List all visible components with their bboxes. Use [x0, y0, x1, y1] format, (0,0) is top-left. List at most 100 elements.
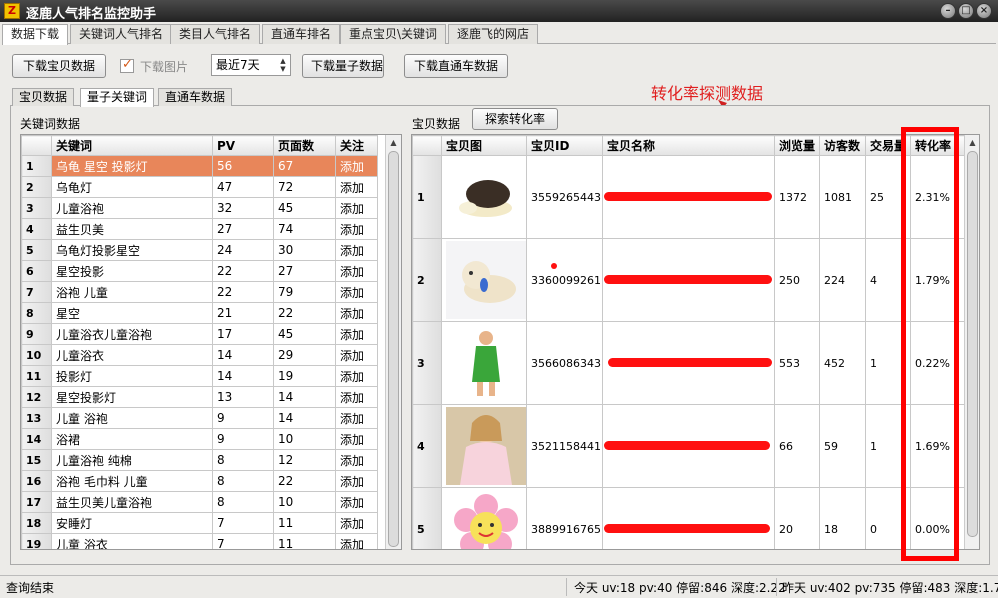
- keyword-panel-title: 关键词数据: [20, 117, 81, 131]
- item-name-redacted: [602, 487, 775, 549]
- keyword-cell: 投影灯: [51, 365, 213, 387]
- column-header-visitors[interactable]: 访客数: [819, 135, 866, 156]
- scroll-thumb[interactable]: [388, 151, 399, 547]
- pages-cell: 11: [273, 533, 336, 549]
- follow-add-link[interactable]: 添加: [335, 218, 378, 240]
- pages-cell: 30: [273, 239, 336, 261]
- keyword-cell: 浴袍 毛巾料 儿童: [51, 470, 213, 492]
- scroll-up-icon[interactable]: ▲: [386, 135, 401, 150]
- keyword-cell: 乌龟 星空 投影灯: [51, 155, 213, 177]
- pv-cell: 47: [212, 176, 274, 198]
- follow-add-link[interactable]: 添加: [335, 302, 378, 324]
- table-row[interactable]: 18 安睡灯 7 11 添加: [21, 512, 378, 534]
- table-row[interactable]: 16 浴袍 毛巾料 儿童 8 22 添加: [21, 470, 378, 492]
- table-row[interactable]: 15 儿童浴袍 纯棉 8 12 添加: [21, 449, 378, 471]
- visitors: 1081: [819, 155, 866, 239]
- scroll-thumb[interactable]: [967, 151, 978, 537]
- table-row[interactable]: 5 3889916765 20 18 0 0.00%: [412, 487, 965, 549]
- keyword-cell: 儿童浴袍: [51, 197, 213, 219]
- flower-pillow-image: [446, 490, 526, 549]
- column-header-pages[interactable]: 页面数: [273, 135, 336, 156]
- keyword-cell: 乌龟灯: [51, 176, 213, 198]
- redaction-mark: [604, 192, 772, 201]
- table-row[interactable]: 17 益生贝美儿童浴袍 8 10 添加: [21, 491, 378, 513]
- pages-cell: 27: [273, 260, 336, 282]
- table-row[interactable]: 1 乌龟 星空 投影灯 56 67 添加: [21, 155, 378, 177]
- follow-add-link[interactable]: 添加: [335, 407, 378, 429]
- table-row[interactable]: 19 儿童 浴衣 7 11 添加: [21, 533, 378, 549]
- follow-add-link[interactable]: 添加: [335, 260, 378, 282]
- table-row[interactable]: 11 投影灯 14 19 添加: [21, 365, 378, 387]
- follow-add-link[interactable]: 添加: [335, 386, 378, 408]
- product-scrollbar[interactable]: ▲: [964, 135, 979, 549]
- follow-add-link[interactable]: 添加: [335, 428, 378, 450]
- table-row[interactable]: 3 儿童浴袍 32 45 添加: [21, 197, 378, 219]
- item-id: 3889916765: [526, 487, 603, 549]
- redaction-mark: [604, 275, 772, 284]
- follow-add-link[interactable]: 添加: [335, 344, 378, 366]
- table-row[interactable]: 7 浴袍 儿童 22 79 添加: [21, 281, 378, 303]
- follow-add-link[interactable]: 添加: [335, 281, 378, 303]
- column-header-image[interactable]: 宝贝图: [441, 135, 527, 156]
- follow-add-link[interactable]: 添加: [335, 533, 378, 549]
- pv-cell: 27: [212, 218, 274, 240]
- follow-add-link[interactable]: 添加: [335, 323, 378, 345]
- item-id: 3521158441: [526, 404, 603, 488]
- column-header-pv[interactable]: PV: [212, 135, 274, 156]
- table-row[interactable]: 6 星空投影 22 27 添加: [21, 260, 378, 282]
- table-row[interactable]: 13 儿童 浴袍 9 14 添加: [21, 407, 378, 429]
- probe-conversion-button[interactable]: 探索转化率: [472, 108, 558, 130]
- status-divider: [566, 578, 567, 596]
- table-row[interactable]: 8 星空 21 22 添加: [21, 302, 378, 324]
- column-header-keyword[interactable]: 关键词: [51, 135, 213, 156]
- row-number: 2: [21, 176, 52, 198]
- row-number: 19: [21, 533, 52, 549]
- keyword-cell: 星空: [51, 302, 213, 324]
- subtab-magic-keywords[interactable]: 量子关键词: [80, 88, 155, 107]
- row-number: 4: [412, 404, 442, 488]
- follow-add-link[interactable]: 添加: [335, 176, 378, 198]
- item-id: 3559265443: [526, 155, 603, 239]
- redaction-mark: [604, 524, 770, 533]
- follow-add-link[interactable]: 添加: [335, 197, 378, 219]
- product-thumbnail: [441, 404, 527, 488]
- follow-add-link[interactable]: 添加: [335, 239, 378, 261]
- pages-cell: 22: [273, 470, 336, 492]
- status-today: 今天 uv:18 pv:40 停留:846 深度:2.22: [574, 581, 786, 595]
- follow-add-link[interactable]: 添加: [335, 470, 378, 492]
- follow-add-link[interactable]: 添加: [335, 512, 378, 534]
- follow-add-link[interactable]: 添加: [335, 155, 378, 177]
- row-number: 16: [21, 470, 52, 492]
- pages-cell: 12: [273, 449, 336, 471]
- pages-cell: 74: [273, 218, 336, 240]
- table-row[interactable]: 10 儿童浴衣 14 29 添加: [21, 344, 378, 366]
- follow-add-link[interactable]: 添加: [335, 449, 378, 471]
- table-row[interactable]: 2 乌龟灯 47 72 添加: [21, 176, 378, 198]
- table-row[interactable]: 4 益生贝美 27 74 添加: [21, 218, 378, 240]
- views: 553: [774, 321, 820, 405]
- conversion-highlight-box: [901, 127, 959, 561]
- pv-cell: 24: [212, 239, 274, 261]
- row-number: 2: [412, 238, 442, 322]
- subtab-through-train[interactable]: 直通车数据: [158, 88, 233, 106]
- table-row[interactable]: 12 星空投影灯 13 14 添加: [21, 386, 378, 408]
- pages-cell: 67: [273, 155, 336, 177]
- keyword-scrollbar[interactable]: ▲: [385, 135, 401, 549]
- subtab-item-data[interactable]: 宝贝数据: [12, 88, 75, 106]
- product-panel-title: 宝贝数据: [412, 117, 461, 131]
- column-header-item-id[interactable]: 宝贝ID: [526, 135, 603, 156]
- pv-cell: 17: [212, 323, 274, 345]
- column-header-views[interactable]: 浏览量: [774, 135, 820, 156]
- table-row[interactable]: 5 乌龟灯投影星空 24 30 添加: [21, 239, 378, 261]
- green-robe-kid-image: [446, 324, 526, 402]
- table-row[interactable]: 9 儿童浴衣儿童浴袍 17 45 添加: [21, 323, 378, 345]
- column-header-item-name[interactable]: 宝贝名称: [602, 135, 775, 156]
- scroll-up-icon[interactable]: ▲: [965, 135, 979, 150]
- follow-add-link[interactable]: 添加: [335, 491, 378, 513]
- table-row[interactable]: 14 浴裙 9 10 添加: [21, 428, 378, 450]
- column-header-follow[interactable]: 关注: [335, 135, 378, 156]
- follow-add-link[interactable]: 添加: [335, 365, 378, 387]
- pv-cell: 14: [212, 344, 274, 366]
- keyword-cell: 儿童 浴衣: [51, 533, 213, 549]
- keyword-cell: 安睡灯: [51, 512, 213, 534]
